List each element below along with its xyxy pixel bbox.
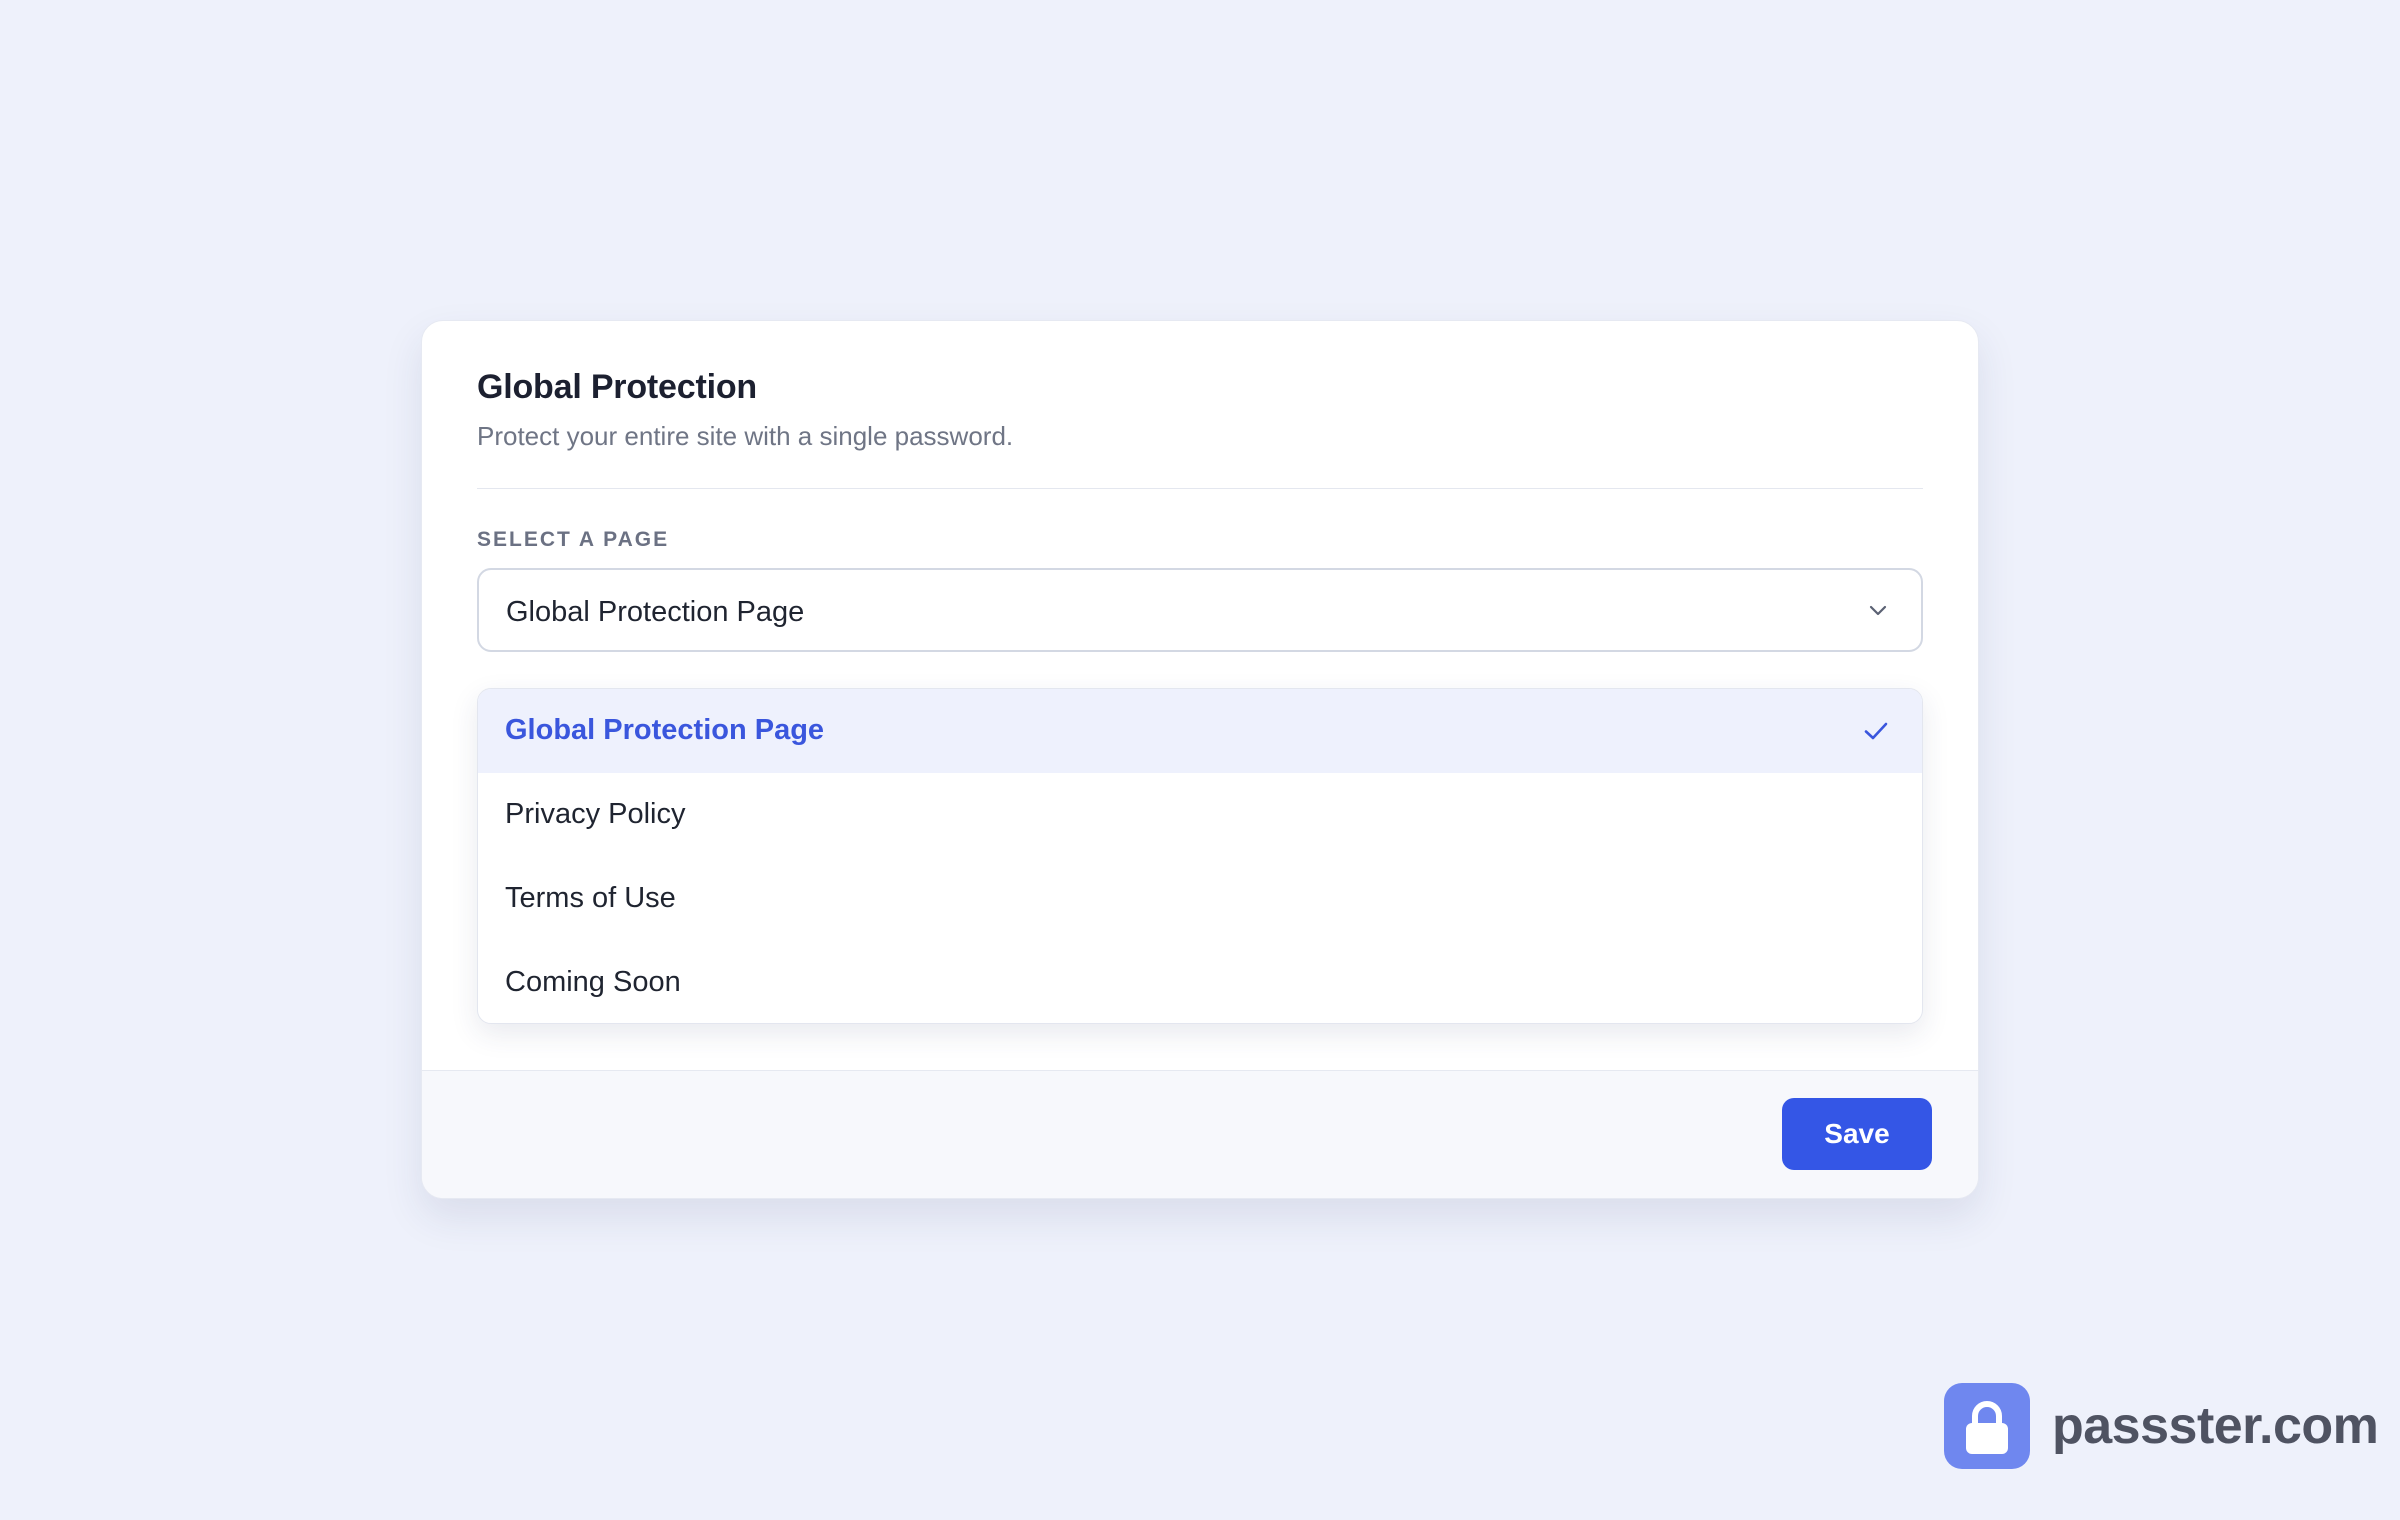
card-footer: Save: [422, 1070, 1978, 1198]
page-select-value: Global Protection Page: [506, 596, 805, 628]
option-label: Global Protection Page: [505, 714, 825, 746]
save-button[interactable]: Save: [1782, 1098, 1932, 1170]
global-protection-card: Global Protection Protect your entire si…: [421, 320, 1979, 1199]
brand-logo: [1944, 1383, 2030, 1469]
dropdown-option-privacy-policy[interactable]: Privacy Policy: [478, 773, 1922, 857]
brand-watermark: passster.com: [1944, 1383, 2379, 1469]
dropdown-option-coming-soon[interactable]: Coming Soon: [478, 941, 1922, 1023]
page-select[interactable]: Global Protection Page: [477, 568, 1923, 652]
option-label: Terms of Use: [505, 882, 676, 914]
option-label: Coming Soon: [505, 966, 681, 998]
check-icon: [1864, 722, 1888, 740]
divider: [477, 488, 1923, 489]
brand-name: passster.com: [2052, 1397, 2379, 1455]
dropdown-option-terms-of-use[interactable]: Terms of Use: [478, 857, 1922, 941]
card-subtitle: Protect your entire site with a single p…: [477, 421, 1014, 451]
page-dropdown-menu: Global Protection Page Privacy Policy Te…: [477, 688, 1923, 1024]
dropdown-option-global-protection-page[interactable]: Global Protection Page: [478, 689, 1922, 773]
select-page-label: SELECT A PAGE: [477, 528, 670, 551]
card-title: Global Protection: [477, 368, 757, 406]
option-label: Privacy Policy: [505, 798, 686, 830]
chevron-down-icon: [1869, 605, 1887, 616]
lock-icon: [1966, 1401, 2008, 1454]
